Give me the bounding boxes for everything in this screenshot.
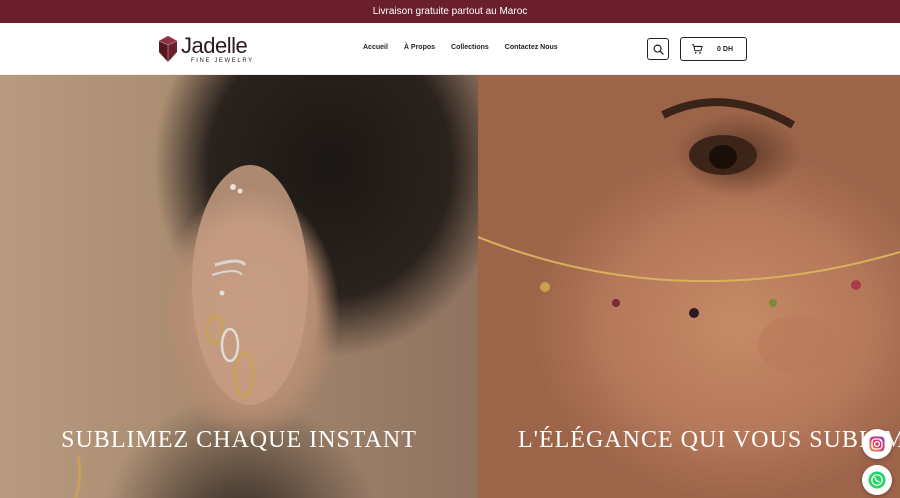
instagram-button[interactable] — [862, 429, 892, 459]
nav-link-collections[interactable]: Collections — [451, 44, 489, 51]
hero-banner-face-chain[interactable]: L'ÉLÉGANCE QUI VOUS SUBLIME — [478, 75, 900, 498]
nav-link-a-propos[interactable]: À Propos — [404, 44, 435, 51]
site-header: Jadelle FINE JEWELRY Accueil À Propos Co… — [0, 23, 900, 75]
instagram-icon — [869, 436, 885, 452]
hero-banner-ear-jewelry[interactable]: SUBLIMEZ CHAQUE INSTANT — [0, 75, 478, 498]
nav-link-accueil[interactable]: Accueil — [363, 44, 388, 51]
diamond-logo-icon — [158, 36, 178, 62]
brand-name: Jadelle — [181, 32, 248, 58]
brand-logo[interactable]: Jadelle FINE JEWELRY — [157, 33, 254, 65]
main-nav: Accueil À Propos Collections Contactez N… — [363, 44, 574, 51]
announcement-bar: Livraison gratuite partout au Maroc — [0, 0, 900, 23]
hero-title-right: L'ÉLÉGANCE QUI VOUS SUBLIME — [518, 427, 900, 453]
brand-tagline: FINE JEWELRY — [191, 57, 254, 64]
announcement-text: Livraison gratuite partout au Maroc — [372, 6, 528, 17]
hero-title-left: SUBLIMEZ CHAQUE INSTANT — [61, 427, 417, 453]
cart-total: 0 DH — [717, 45, 733, 53]
cart-icon — [691, 44, 703, 54]
cart-button[interactable]: 0 DH — [680, 37, 747, 61]
search-button[interactable] — [647, 38, 669, 60]
whatsapp-icon — [868, 471, 886, 489]
search-icon — [653, 44, 664, 55]
nav-link-contact[interactable]: Contactez Nous — [505, 44, 558, 51]
whatsapp-button[interactable] — [862, 465, 892, 495]
